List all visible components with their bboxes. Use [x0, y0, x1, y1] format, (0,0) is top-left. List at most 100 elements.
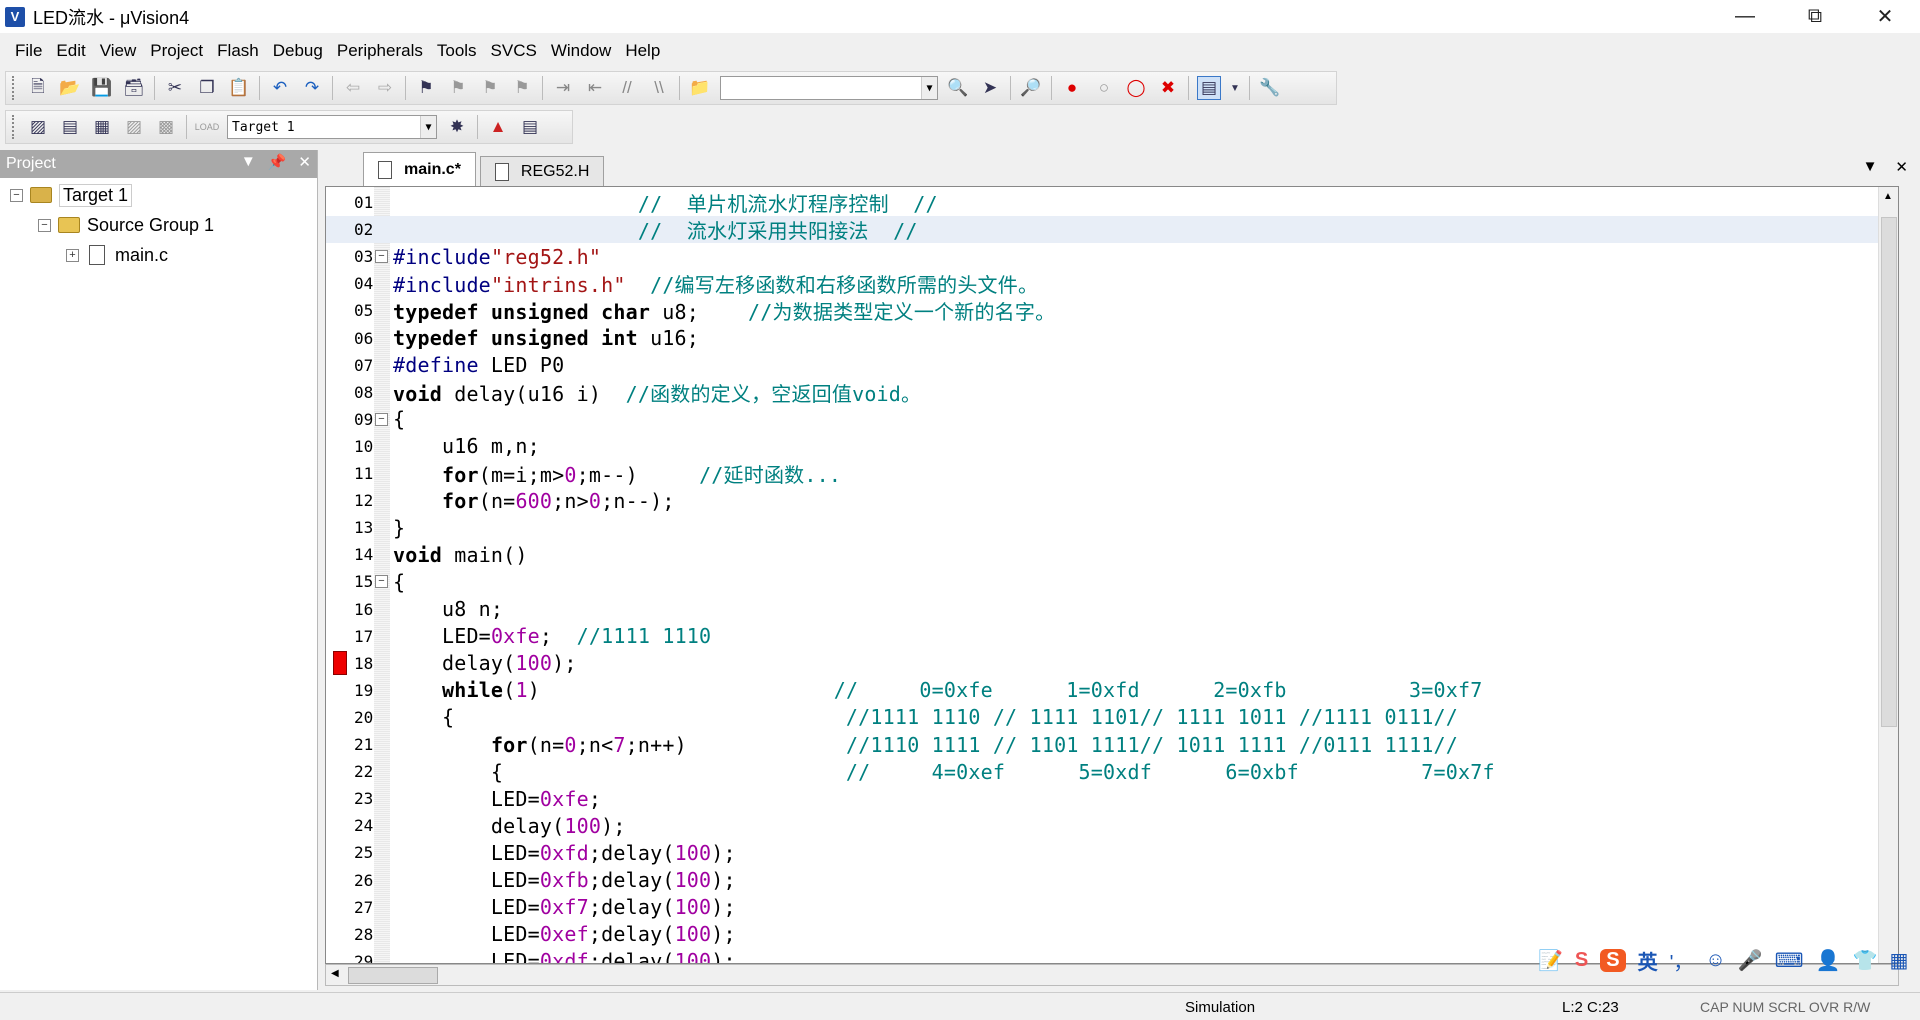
new-file-icon[interactable]: 🗎	[26, 76, 50, 100]
debug-session-icon[interactable]: 🔎	[1019, 76, 1043, 100]
stop-build-icon[interactable]: ▩	[154, 115, 178, 139]
find-combo[interactable]: ▼	[720, 76, 938, 100]
kill-all-breakpoints-icon[interactable]: ✖	[1156, 76, 1180, 100]
toolbox-icon[interactable]: ▦	[1889, 948, 1908, 973]
vertical-scroll-thumb[interactable]	[1881, 217, 1897, 727]
comment-icon[interactable]: //	[615, 76, 639, 100]
chevron-down-icon[interactable]: ▼	[921, 77, 937, 99]
code-editor[interactable]: 01 // 单片机流水灯程序控制 //02 // 流水灯采用共阳接法 //03−…	[325, 186, 1899, 964]
code-line[interactable]: 18 delay(100);	[326, 650, 1898, 677]
insert-breakpoint-icon[interactable]: ●	[1060, 76, 1084, 100]
horizontal-scroll-thumb[interactable]	[348, 967, 438, 984]
tree-node-main-c[interactable]: + main.c	[66, 242, 168, 268]
code-line[interactable]: 24 delay(100);	[326, 812, 1898, 839]
disable-breakpoint-icon[interactable]: ○	[1092, 76, 1116, 100]
code-line[interactable]: 17 LED=0xfe; //1111 1110	[326, 623, 1898, 650]
scroll-up-icon[interactable]: ▲	[1883, 191, 1893, 202]
find-in-files-icon[interactable]: 📁	[688, 76, 712, 100]
batch-build-icon[interactable]: ▨	[122, 115, 146, 139]
code-line[interactable]: 10 u16 m,n;	[326, 433, 1898, 460]
code-line[interactable]: 16 u8 n;	[326, 596, 1898, 623]
copy-icon[interactable]: ❐	[195, 76, 219, 100]
keyboard-icon[interactable]: ⌨	[1775, 948, 1804, 973]
microphone-icon[interactable]: 🎤	[1738, 948, 1763, 973]
menu-project[interactable]: Project	[143, 41, 210, 61]
code-line[interactable]: 27 LED=0xf7;delay(100);	[326, 894, 1898, 921]
tree-node-target[interactable]: − Target 1	[10, 182, 133, 208]
code-line[interactable]: 07 #define LED P0	[326, 352, 1898, 379]
incremental-find-icon[interactable]: ➤	[978, 76, 1002, 100]
tab-main-c[interactable]: main.c*	[363, 152, 476, 186]
find-icon[interactable]: 🔍	[946, 76, 970, 100]
next-bookmark-icon[interactable]: ⚑	[478, 76, 502, 100]
code-line[interactable]: 25 LED=0xfd;delay(100);	[326, 839, 1898, 866]
indent-icon[interactable]: ⇥	[551, 76, 575, 100]
clear-bookmarks-icon[interactable]: ⚑	[510, 76, 534, 100]
menu-view[interactable]: View	[93, 41, 144, 61]
target-combo[interactable]: Target 1 ▼	[227, 115, 437, 139]
code-line[interactable]: 20 { //1111 1110 // 1111 1101// 1111 101…	[326, 704, 1898, 731]
navigate-back-icon[interactable]: ⇦	[341, 76, 365, 100]
restore-button[interactable]: ⧉	[1780, 0, 1850, 33]
undo-icon[interactable]: ↶	[268, 76, 292, 100]
navigate-forward-icon[interactable]: ⇨	[373, 76, 397, 100]
menu-window[interactable]: Window	[544, 41, 618, 61]
code-line[interactable]: 08 void delay(u16 i) //函数的定义，空返回值void。	[326, 379, 1898, 406]
tab-reg52-h[interactable]: REG52.H	[479, 156, 605, 186]
manage-components-icon[interactable]: ▲	[486, 115, 510, 139]
rebuild-icon[interactable]: ▦	[90, 115, 114, 139]
code-line[interactable]: 05 typedef unsigned char u8; //为数据类型定义一个新…	[326, 297, 1898, 324]
select-packs-icon[interactable]: ▤	[518, 115, 542, 139]
menu-edit[interactable]: Edit	[49, 41, 92, 61]
ime-language[interactable]: 英	[1638, 946, 1658, 975]
code-line[interactable]: 13}	[326, 514, 1898, 541]
code-line[interactable]: 03− #include"reg52.h"	[326, 243, 1898, 270]
breakpoint-icon[interactable]	[333, 651, 347, 676]
download-icon[interactable]: LOAD	[195, 115, 220, 139]
save-icon[interactable]: 💾	[90, 76, 114, 100]
close-button[interactable]: ✕	[1850, 0, 1920, 33]
ime-punct[interactable]: '，	[1670, 946, 1694, 975]
tree-node-source-group[interactable]: − Source Group 1	[38, 212, 214, 238]
menu-help[interactable]: Help	[618, 41, 667, 61]
code-line[interactable]: 12 for(n=600;n>0;n--);	[326, 487, 1898, 514]
window-layout-icon[interactable]: ▤	[1197, 76, 1221, 100]
fold-collapse-icon[interactable]: −	[375, 575, 388, 589]
toolbar-grip[interactable]	[12, 115, 16, 139]
pin-icon[interactable]: 📌	[268, 153, 287, 171]
paste-icon[interactable]: 📋	[227, 76, 251, 100]
code-line[interactable]: 09−{	[326, 406, 1898, 433]
expand-icon[interactable]: +	[66, 248, 79, 262]
unindent-icon[interactable]: ⇤	[583, 76, 607, 100]
menu-svcs[interactable]: SVCS	[484, 41, 544, 61]
toolbar-grip[interactable]	[12, 76, 16, 100]
minimize-button[interactable]: —	[1710, 0, 1780, 33]
uncomment-icon[interactable]: \\	[647, 76, 671, 100]
prev-bookmark-icon[interactable]: ⚑	[446, 76, 470, 100]
bookmark-icon[interactable]: ⚑	[414, 76, 438, 100]
fold-collapse-icon[interactable]: −	[375, 412, 388, 426]
code-line[interactable]: 23 LED=0xfe;	[326, 785, 1898, 812]
menu-debug[interactable]: Debug	[266, 41, 330, 61]
code-line[interactable]: 02 // 流水灯采用共阳接法 //	[326, 216, 1898, 244]
target-options-icon[interactable]: ✸	[445, 115, 469, 139]
cut-icon[interactable]: ✂	[163, 76, 187, 100]
code-line[interactable]: 11 for(m=i;m>0;m--) //延时函数...	[326, 460, 1898, 487]
code-line[interactable]: 01 // 单片机流水灯程序控制 //	[326, 189, 1898, 216]
sogou-icon[interactable]: S	[1575, 949, 1588, 972]
code-line[interactable]: 06 typedef unsigned int u16;	[326, 325, 1898, 352]
skin-icon[interactable]: 👕	[1853, 948, 1878, 973]
code-line[interactable]: 19 while(1) // 0=0xfe 1=0xfd 2=0xfb 3=0x…	[326, 677, 1898, 704]
close-icon[interactable]: ✕	[298, 153, 311, 171]
menu-file[interactable]: File	[8, 41, 49, 61]
menu-peripherals[interactable]: Peripherals	[330, 41, 430, 61]
chevron-down-icon[interactable]: ▼	[1229, 76, 1241, 100]
code-line[interactable]: 22 { // 4=0xef 5=0xdf 6=0xbf 7=0x7f	[326, 758, 1898, 785]
ime-note-icon[interactable]: 📝	[1538, 948, 1563, 973]
collapse-icon[interactable]: −	[10, 188, 23, 202]
chevron-down-icon[interactable]: ▼	[241, 153, 256, 171]
save-all-icon[interactable]: 🗃	[122, 76, 146, 100]
open-file-icon[interactable]: 📂	[58, 76, 82, 100]
user-icon[interactable]: 👤	[1816, 948, 1841, 973]
configure-icon[interactable]: 🔧	[1258, 76, 1282, 100]
